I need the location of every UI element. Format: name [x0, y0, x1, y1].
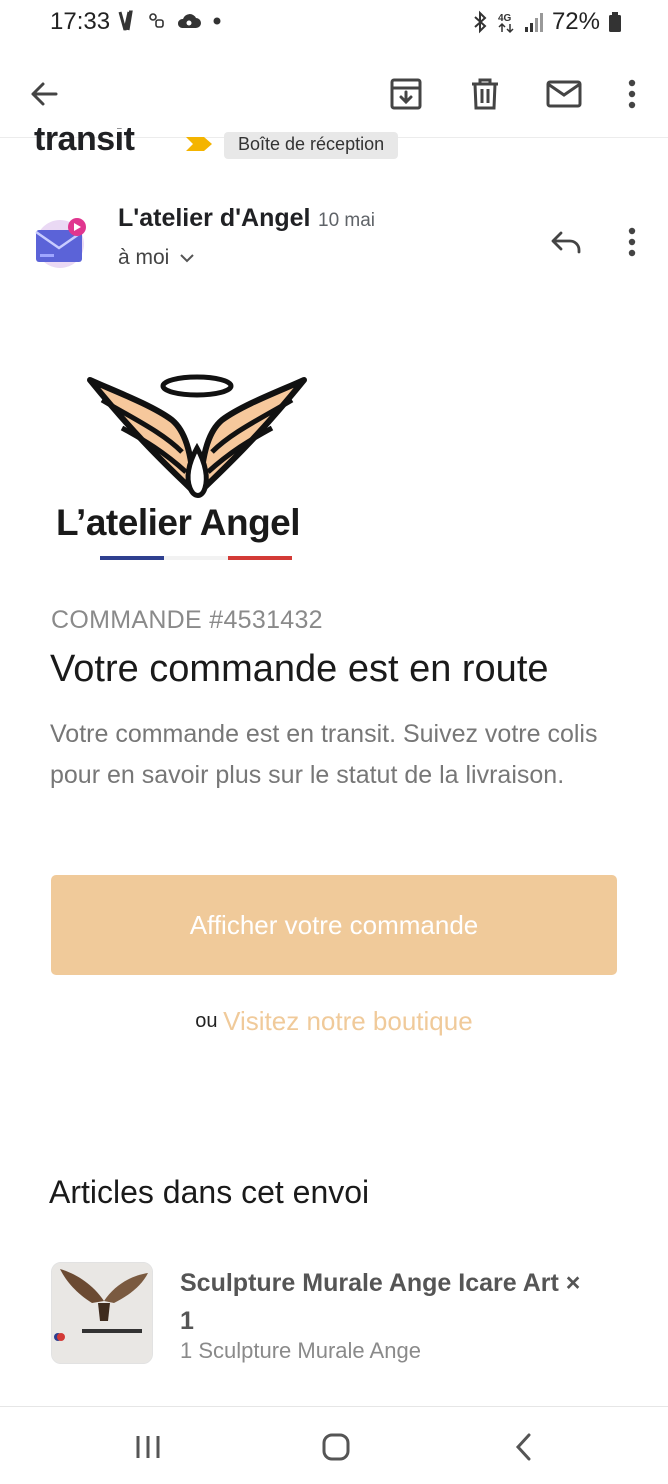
email-body-text: Votre commande est en transit. Suivez vo… [50, 720, 598, 789]
product-title: Sculpture Murale Ange Icare Art × 1 [180, 1269, 581, 1335]
subject-word: transit [34, 128, 135, 158]
notification-app-icon [118, 10, 133, 31]
product-subtitle: 1 Sculpture Murale Ange [180, 1338, 421, 1363]
reply-icon [551, 231, 581, 254]
delete-button[interactable] [461, 70, 509, 118]
product-thumbnail[interactable] [51, 1262, 153, 1364]
recipient-label: à moi [118, 246, 170, 269]
link-icon [149, 13, 164, 28]
system-back-icon [515, 1433, 531, 1461]
brand-logo: L’atelier Angel [52, 360, 352, 570]
cloud-sync-icon [177, 14, 201, 28]
shipment-item: Sculpture Murale Ange Icare Art × 1 1 Sc… [51, 1262, 631, 1366]
importance-marker-icon[interactable] [184, 134, 214, 154]
visit-shop-link[interactable]: Visitez notre boutique [223, 1006, 473, 1036]
chevron-down-icon [180, 254, 195, 263]
recipient-toggle[interactable]: à moi [118, 246, 195, 270]
message-more-button[interactable] [612, 220, 652, 264]
home-icon [322, 1433, 350, 1461]
svg-text:4G: 4G [498, 13, 512, 24]
inbox-label-chip[interactable]: Boîte de réception [224, 132, 399, 159]
subject-snippet: transit Boîte de réception [34, 128, 654, 162]
mail-icon [546, 80, 582, 108]
status-bar: 17:33 4G 72% [0, 0, 668, 48]
sender-name[interactable]: L'atelier d'Angel [118, 204, 310, 233]
or-label: ou [195, 1010, 218, 1032]
sent-date: 10 mai [318, 210, 376, 231]
order-number: COMMANDE #4531432 [51, 606, 323, 634]
brand-logo-text: L’atelier Angel [56, 502, 301, 543]
archive-button[interactable] [382, 70, 430, 118]
sender-header: L'atelier d'Angel 10 mai à moi [0, 196, 668, 286]
sender-avatar[interactable] [30, 214, 92, 268]
french-flag-underline [100, 556, 292, 560]
system-nav-bar [0, 1406, 668, 1484]
shop-link-row: ou Visitez notre boutique [0, 1006, 668, 1037]
recent-apps-icon [136, 1436, 160, 1458]
status-time: 17:33 [50, 8, 111, 35]
more-vert-icon [628, 227, 636, 257]
battery-percent: 72% [551, 8, 600, 35]
articles-heading: Articles dans cet envoi [49, 1174, 370, 1210]
angel-wings-logo-icon [87, 374, 307, 498]
more-vert-icon [628, 79, 636, 109]
back-arrow-icon [31, 82, 58, 106]
battery-icon [609, 12, 621, 32]
envelope-avatar-icon [35, 218, 86, 268]
mark-unread-button[interactable] [540, 70, 588, 118]
home-button[interactable] [306, 1425, 366, 1469]
archive-icon [390, 78, 422, 110]
back-button[interactable] [20, 70, 68, 118]
email-headline: Votre commande est en route [50, 648, 549, 690]
recent-apps-button[interactable] [118, 1425, 178, 1469]
status-right: 4G 72% [472, 8, 622, 36]
view-order-label: Afficher votre commande [189, 909, 479, 940]
view-order-button[interactable]: Afficher votre commande [51, 875, 617, 975]
signal-icon [524, 13, 543, 32]
bluetooth-icon [474, 10, 487, 34]
system-back-button[interactable] [494, 1425, 554, 1469]
reply-button[interactable] [544, 220, 588, 264]
more-options-button[interactable] [608, 70, 656, 118]
delete-icon [472, 78, 498, 110]
network-4g-icon: 4G [498, 13, 514, 34]
status-notification-icons [118, 10, 222, 32]
email-action-bar [0, 48, 668, 138]
dot-icon [213, 17, 221, 25]
angel-sculpture-image [52, 1263, 152, 1363]
